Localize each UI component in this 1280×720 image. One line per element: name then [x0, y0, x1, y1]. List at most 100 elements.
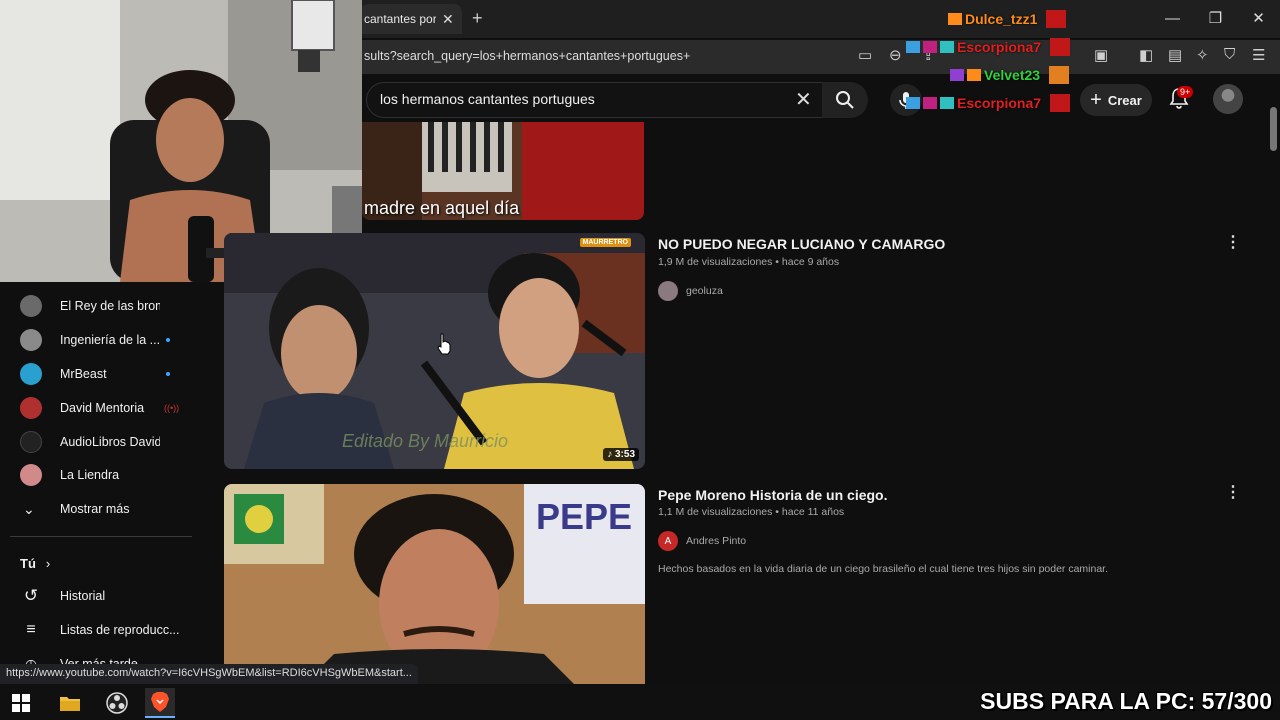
user-avatar [1046, 10, 1067, 28]
duration-badge: ♪ 3:53 [603, 448, 639, 461]
search-button[interactable] [822, 82, 868, 118]
thumbnail-watermark: Editado By Maurricio [342, 431, 509, 451]
crown-icon [948, 13, 962, 25]
badge-icon [923, 41, 937, 53]
sidebar-item-label: La Liendra [60, 468, 120, 482]
badge-icon [906, 41, 920, 53]
sidebar-item-playlists[interactable]: ≡ Listas de reproducc... [0, 613, 210, 647]
channel-link[interactable]: geoluza [658, 281, 723, 301]
sidebar-item-subscription[interactable]: La Liendra [0, 458, 210, 492]
clear-search-icon[interactable]: ✕ [795, 87, 812, 112]
search-query[interactable]: los hermanos cantantes portugues [380, 91, 595, 107]
taskbar-obs[interactable] [102, 688, 132, 718]
obs-icon [106, 692, 128, 714]
video-description: Hechos basados en la vida diaria de un c… [658, 563, 1109, 575]
video-thumbnail[interactable]: MAURRETRO Editado By Maurricio ♪ 3:53 [224, 233, 645, 469]
restore-button[interactable]: ❐ [1194, 0, 1237, 38]
overlay-user-4: Escorpiona7 [906, 94, 1071, 112]
url-text[interactable]: sults?search_query=los+hermanos+cantante… [364, 49, 690, 63]
sidebar-item-label: El Rey de las bromas [60, 299, 160, 313]
link-status-bubble: https://www.youtube.com/watch?v=I6cVHSgW… [0, 664, 418, 684]
sidebar-item-subscription[interactable]: David Mentoria ((•)) [0, 391, 210, 425]
badge-icon [940, 97, 954, 109]
crown-icon [967, 69, 981, 81]
sidebar-item-label: Listas de reproducc... [60, 623, 180, 637]
video-title[interactable]: Pepe Moreno Historia de un ciego. [658, 487, 887, 503]
sidebar-item-label: MrBeast [60, 367, 107, 381]
video-thumbnail[interactable]: madre en aquel día [362, 122, 644, 220]
sidebar-divider [10, 536, 192, 537]
vpn-shield-icon[interactable]: ⛉ [1224, 46, 1235, 63]
account-avatar[interactable] [1213, 84, 1243, 114]
close-window-button[interactable]: ✕ [1237, 0, 1280, 38]
sidebar-item-subscription[interactable]: MrBeast [0, 357, 210, 391]
tab-close-icon[interactable]: ✕ [442, 11, 454, 28]
badge-icon [923, 97, 937, 109]
video-thumbnail[interactable]: PEPE [224, 484, 645, 684]
window-controls: — ❐ ✕ [1151, 0, 1280, 38]
sidebar-icon[interactable]: ◧ [1139, 46, 1153, 64]
sidebar-item-history[interactable]: ↺ Historial [0, 579, 210, 613]
user-avatar [1050, 94, 1071, 112]
hand-cursor-icon [437, 333, 451, 355]
wallet-icon[interactable]: ▤ [1168, 46, 1182, 64]
overlay-username: Escorpiona7 [957, 39, 1042, 55]
history-icon: ↺ [23, 586, 39, 605]
more-options-icon[interactable]: ⋮ [1225, 232, 1241, 252]
badge-icon [950, 69, 964, 81]
channel-link[interactable]: A Andres Pinto [658, 531, 746, 551]
video-title[interactable]: NO PUEDO NEGAR LUCIANO Y CAMARGO [658, 236, 945, 252]
channel-avatar [20, 363, 42, 385]
channel-avatar [658, 281, 678, 301]
sidebar-item-subscription[interactable]: Ingeniería de la ... [0, 323, 210, 357]
channel-avatar [20, 295, 42, 317]
plus-icon: + [1090, 88, 1102, 111]
new-content-dot [166, 372, 170, 376]
overlay-username: Escorpiona7 [957, 95, 1042, 111]
sidebar-item-subscription[interactable]: El Rey de las bromas [0, 289, 210, 323]
duration-label: 3:53 [614, 449, 635, 460]
channel-avatar [20, 397, 42, 419]
minimize-button[interactable]: — [1151, 0, 1194, 38]
show-more-button[interactable]: ⌄ Mostrar más [0, 492, 210, 526]
subs-goal-banner: SUBS PARA LA PC: 57/300 [980, 688, 1272, 714]
thumbnail-sign: PEPE [536, 496, 633, 537]
channel-name: geoluza [686, 285, 723, 297]
overlay-user-2: Escorpiona7 [906, 38, 1071, 56]
music-note-icon: ♪ [607, 449, 615, 460]
sidebar-item-label: Historial [60, 589, 106, 603]
overlay-username: Dulce_tzz1 [965, 11, 1038, 27]
browser-tab[interactable]: cantantes portug ✕ [360, 4, 462, 34]
taskbar-brave-browser[interactable] [145, 688, 175, 718]
create-label: Crear [1107, 92, 1142, 108]
badge-icon [940, 41, 954, 53]
create-button[interactable]: + Crear [1080, 84, 1152, 116]
sidebar-item-label: AudioLibros David ... [60, 435, 160, 449]
overlay-user-1: Dulce_tzz1 [948, 10, 1067, 28]
sidebar-item-subscription[interactable]: AudioLibros David ... [0, 425, 210, 459]
scrollbar-track[interactable] [1268, 104, 1280, 680]
windows-start-button[interactable] [6, 688, 36, 718]
browser-menu-icon[interactable]: ☰ [1252, 46, 1265, 64]
taskbar-file-explorer[interactable] [55, 688, 85, 718]
more-options-icon[interactable]: ⋮ [1225, 482, 1241, 502]
new-tab-button[interactable]: + [472, 8, 483, 29]
chevron-right-icon: › [45, 555, 51, 571]
video-meta: 1,9 M de visualizaciones • hace 9 años [658, 256, 840, 268]
sidebar-you-header[interactable]: Tú › [0, 546, 210, 580]
search-icon [836, 91, 854, 109]
channel-name: Andres Pinto [686, 535, 747, 547]
live-icon: ((•)) [164, 403, 180, 413]
chevron-down-icon: ⌄ [23, 500, 35, 517]
leo-ai-icon[interactable]: ✧ [1196, 46, 1209, 64]
scrollbar-thumb[interactable] [1270, 107, 1277, 151]
zoom-icon[interactable]: ⊖ [889, 46, 902, 64]
sidebar: El Rey de las bromas Ingeniería de la ..… [0, 282, 222, 685]
show-more-label: Mostrar más [60, 502, 130, 516]
folder-icon [60, 697, 80, 711]
notification-badge: 9+ [1177, 86, 1194, 98]
install-app-icon[interactable]: ▭ [858, 46, 872, 64]
screenshot-icon[interactable]: ▣ [1094, 46, 1108, 64]
thumbnail-tag: MAURRETRO [579, 238, 631, 247]
brave-lion-icon [151, 692, 169, 712]
